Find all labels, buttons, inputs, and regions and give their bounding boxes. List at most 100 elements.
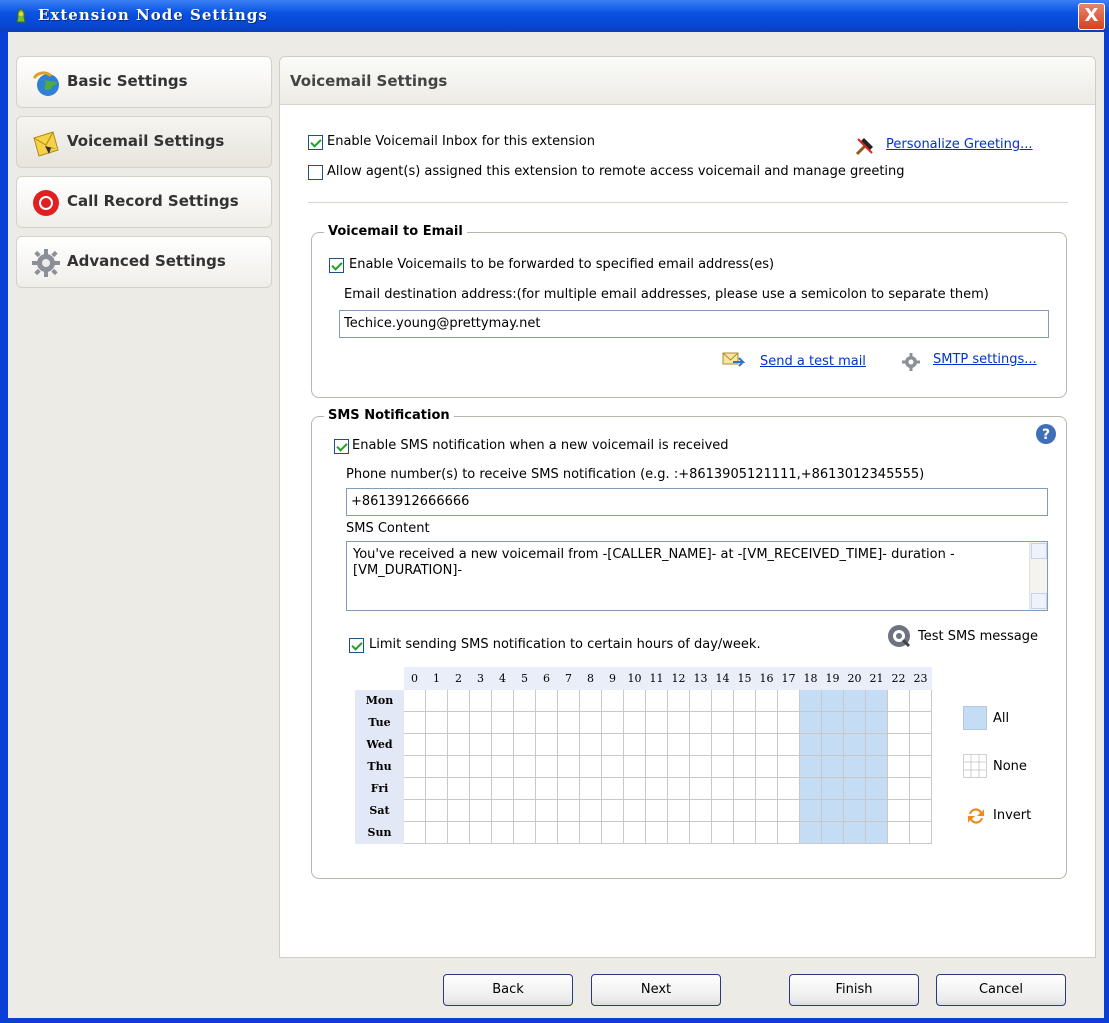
hour-cell[interactable] bbox=[733, 755, 756, 778]
hour-cell[interactable] bbox=[711, 733, 734, 756]
invert-button[interactable]: Invert bbox=[993, 808, 1031, 823]
hour-cell[interactable] bbox=[469, 711, 492, 734]
hour-cell[interactable] bbox=[755, 689, 778, 712]
hour-cell[interactable] bbox=[535, 777, 558, 800]
hour-header[interactable]: 0 bbox=[403, 667, 426, 690]
hour-cell[interactable] bbox=[623, 821, 646, 844]
hour-cell[interactable] bbox=[557, 821, 580, 844]
day-header[interactable]: Tue bbox=[355, 711, 404, 734]
hour-header[interactable]: 8 bbox=[579, 667, 602, 690]
hour-cell[interactable] bbox=[887, 821, 910, 844]
hour-header[interactable]: 16 bbox=[755, 667, 778, 690]
hour-cell[interactable] bbox=[777, 689, 800, 712]
hour-cell[interactable] bbox=[513, 755, 536, 778]
hour-header[interactable]: 9 bbox=[601, 667, 624, 690]
hour-cell[interactable] bbox=[755, 733, 778, 756]
hour-header[interactable]: 23 bbox=[909, 667, 932, 690]
hour-cell[interactable] bbox=[491, 711, 514, 734]
hour-cell[interactable] bbox=[601, 755, 624, 778]
hour-cell[interactable] bbox=[799, 733, 822, 756]
hour-header[interactable]: 5 bbox=[513, 667, 536, 690]
hour-cell[interactable] bbox=[447, 733, 470, 756]
limit-hours-checkbox[interactable] bbox=[349, 638, 364, 653]
day-header[interactable]: Fri bbox=[355, 777, 404, 800]
remote-access-checkbox[interactable] bbox=[308, 165, 323, 180]
hour-cell[interactable] bbox=[887, 733, 910, 756]
hour-cell[interactable] bbox=[667, 777, 690, 800]
hour-cell[interactable] bbox=[909, 799, 932, 822]
hour-cell[interactable] bbox=[821, 733, 844, 756]
enable-inbox-checkbox[interactable] bbox=[308, 135, 323, 150]
enable-sms-checkbox[interactable] bbox=[334, 439, 349, 454]
hour-header[interactable]: 10 bbox=[623, 667, 646, 690]
hour-cell[interactable] bbox=[689, 689, 712, 712]
hour-cell[interactable] bbox=[469, 777, 492, 800]
hour-cell[interactable] bbox=[843, 821, 866, 844]
hour-header[interactable]: 2 bbox=[447, 667, 470, 690]
hour-header[interactable]: 6 bbox=[535, 667, 558, 690]
hour-cell[interactable] bbox=[909, 755, 932, 778]
phone-number-input[interactable]: +8613912666666 bbox=[346, 488, 1048, 516]
hour-cell[interactable] bbox=[557, 755, 580, 778]
hour-cell[interactable] bbox=[535, 755, 558, 778]
hour-cell[interactable] bbox=[843, 689, 866, 712]
hour-header[interactable]: 22 bbox=[887, 667, 910, 690]
hour-cell[interactable] bbox=[689, 755, 712, 778]
hour-cell[interactable] bbox=[403, 733, 426, 756]
hour-cell[interactable] bbox=[425, 799, 448, 822]
hour-cell[interactable] bbox=[755, 711, 778, 734]
hour-cell[interactable] bbox=[887, 799, 910, 822]
hour-cell[interactable] bbox=[535, 821, 558, 844]
invert-icon[interactable] bbox=[965, 805, 987, 827]
send-test-mail-link[interactable]: Send a test mail bbox=[760, 354, 866, 369]
hour-cell[interactable] bbox=[623, 799, 646, 822]
hour-cell[interactable] bbox=[425, 755, 448, 778]
hour-cell[interactable] bbox=[777, 711, 800, 734]
day-header[interactable]: Sun bbox=[355, 821, 404, 844]
hour-cell[interactable] bbox=[711, 777, 734, 800]
none-grid-icon[interactable] bbox=[963, 754, 987, 778]
hour-cell[interactable] bbox=[425, 711, 448, 734]
cancel-button[interactable]: Cancel bbox=[936, 974, 1066, 1006]
hour-cell[interactable] bbox=[799, 799, 822, 822]
hour-header[interactable]: 3 bbox=[469, 667, 492, 690]
hour-cell[interactable] bbox=[601, 733, 624, 756]
hour-header[interactable]: 7 bbox=[557, 667, 580, 690]
hour-cell[interactable] bbox=[887, 755, 910, 778]
hour-cell[interactable] bbox=[909, 689, 932, 712]
hour-cell[interactable] bbox=[755, 755, 778, 778]
hour-cell[interactable] bbox=[865, 821, 888, 844]
day-header[interactable]: Wed bbox=[355, 733, 404, 756]
hour-cell[interactable] bbox=[777, 733, 800, 756]
scroll-down-button[interactable] bbox=[1031, 593, 1047, 609]
hour-cell[interactable] bbox=[711, 755, 734, 778]
hour-header[interactable]: 4 bbox=[491, 667, 514, 690]
help-icon[interactable]: ? bbox=[1035, 423, 1057, 445]
hour-cell[interactable] bbox=[667, 799, 690, 822]
hour-cell[interactable] bbox=[469, 821, 492, 844]
hour-cell[interactable] bbox=[513, 711, 536, 734]
hour-cell[interactable] bbox=[447, 821, 470, 844]
hour-cell[interactable] bbox=[909, 711, 932, 734]
hour-cell[interactable] bbox=[865, 711, 888, 734]
hour-header[interactable]: 19 bbox=[821, 667, 844, 690]
hour-cell[interactable] bbox=[601, 777, 624, 800]
hour-cell[interactable] bbox=[711, 799, 734, 822]
hour-cell[interactable] bbox=[557, 777, 580, 800]
hour-cell[interactable] bbox=[689, 799, 712, 822]
hour-cell[interactable] bbox=[667, 821, 690, 844]
hour-cell[interactable] bbox=[469, 755, 492, 778]
hour-cell[interactable] bbox=[513, 733, 536, 756]
hour-cell[interactable] bbox=[623, 755, 646, 778]
hour-cell[interactable] bbox=[491, 821, 514, 844]
hour-cell[interactable] bbox=[645, 799, 668, 822]
hour-cell[interactable] bbox=[645, 777, 668, 800]
hour-cell[interactable] bbox=[535, 711, 558, 734]
back-button[interactable]: Back bbox=[443, 974, 573, 1006]
select-none-button[interactable]: None bbox=[993, 759, 1027, 774]
hour-cell[interactable] bbox=[425, 689, 448, 712]
hour-cell[interactable] bbox=[623, 711, 646, 734]
hour-cell[interactable] bbox=[447, 799, 470, 822]
hour-cell[interactable] bbox=[557, 733, 580, 756]
personalize-greeting-link[interactable]: Personalize Greeting... bbox=[886, 137, 1033, 152]
